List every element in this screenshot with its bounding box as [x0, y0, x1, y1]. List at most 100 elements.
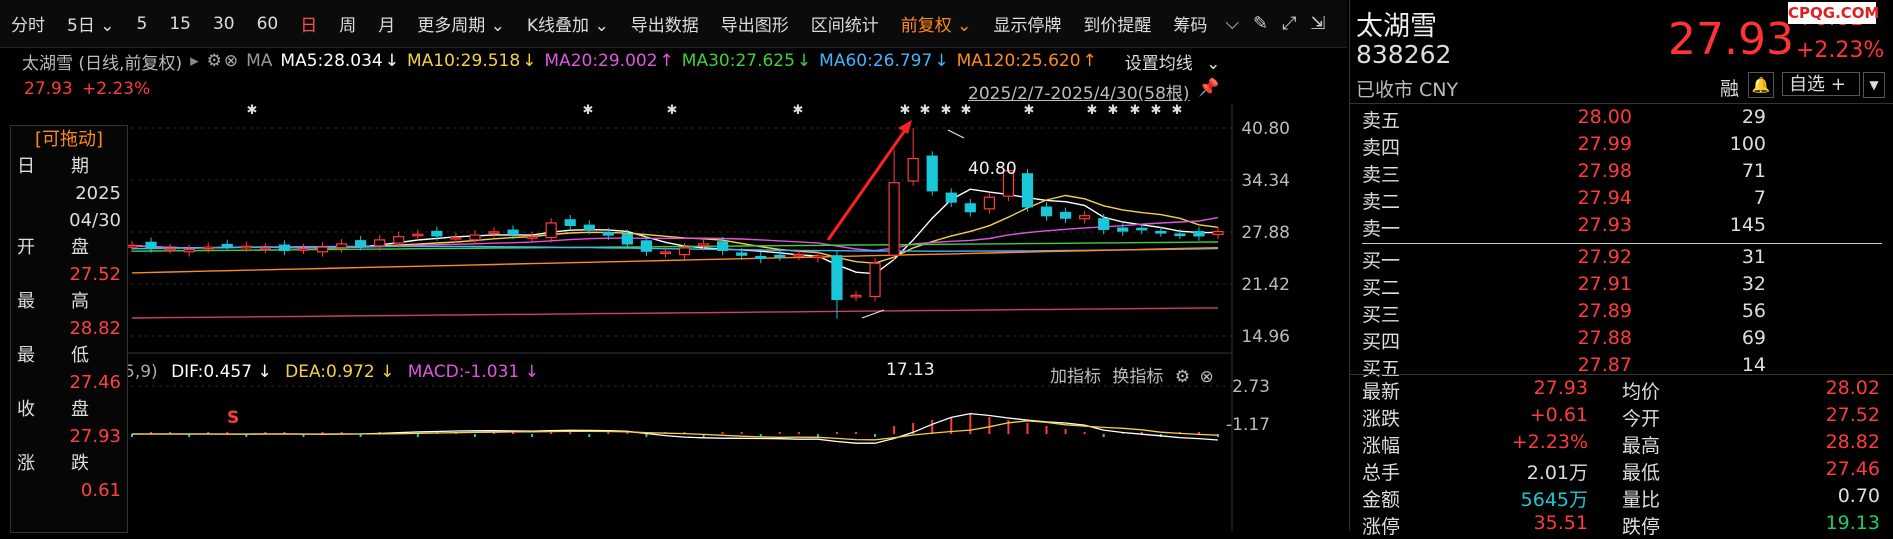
tab-week[interactable]: 周 — [328, 11, 367, 36]
candle-body — [221, 243, 233, 247]
candle-body — [602, 232, 614, 236]
ma-settings-button[interactable]: 设置均线 ⌄ — [1125, 49, 1221, 74]
candle-body — [1212, 230, 1224, 235]
close-icon[interactable]: ⊗ — [224, 51, 238, 71]
tab-60min[interactable]: 60 — [246, 14, 290, 34]
gear-icon[interactable]: ⚙ — [207, 51, 222, 71]
trend-arrow-head — [898, 120, 912, 134]
export-image-button[interactable]: 导出图形 — [710, 11, 800, 36]
adjust-mode-label: 前复权 — [900, 16, 952, 36]
stock-name: 太湖雪 — [1356, 11, 1437, 42]
more-periods-button[interactable]: 更多周期 ⌄ — [406, 11, 516, 36]
switch-indicator-button[interactable]: 换指标 — [1112, 367, 1163, 387]
stock-code: 838262 — [1356, 40, 1452, 69]
price-tick: 34.34 — [1241, 171, 1290, 191]
last-price: 27.93 — [1668, 14, 1794, 65]
ma10-value: MA10:29.518 — [407, 51, 521, 71]
stat-row: 涨幅 +2.23% 最高 28.82 — [1362, 431, 1880, 457]
tab-30min[interactable]: 30 — [202, 14, 246, 34]
collapse-icon[interactable]: ⇲ — [1304, 13, 1333, 34]
ma120-line — [131, 247, 1219, 274]
ma60-value: MA60:26.797 — [819, 51, 933, 71]
high-label-row: 最高 — [17, 291, 89, 312]
candle-body — [812, 255, 824, 259]
kline-chart[interactable]: ✱ ✱ ✱ ✱ ✱ ✱ ✱ ✱ ✱ ✱ ✱ ✱ ✱ ✱ 40.80 34.34 27.88 21.42 14.96… — [0, 103, 1347, 531]
candle-body — [793, 253, 805, 257]
gear-icon[interactable]: ⚙ — [1175, 367, 1190, 387]
tab-5day[interactable]: 5日 ⌄ — [56, 11, 125, 36]
event-marker: ✱ — [793, 104, 804, 118]
chevron-circle-down-icon[interactable]: ⌵ — [1218, 13, 1246, 34]
price-tick: 40.80 — [1241, 119, 1290, 139]
drag-handle[interactable]: [可拖动] — [11, 126, 127, 153]
range-stats-button[interactable]: 区间统计 — [800, 11, 890, 36]
pin-icon[interactable]: 📌 — [1198, 78, 1219, 98]
price-alert-button[interactable]: 到价提醒 — [1072, 11, 1162, 36]
bell-icon[interactable]: 🔔 — [1748, 72, 1774, 98]
candle-body — [202, 246, 214, 250]
event-marker: ✱ — [247, 104, 258, 118]
expand-icon[interactable]: ▸ — [190, 51, 199, 71]
date-label-row: 日期 — [17, 156, 89, 177]
candle-body — [983, 196, 995, 210]
candle-body — [1193, 231, 1205, 237]
show-suspension-button[interactable]: 显示停牌 — [982, 11, 1072, 36]
ask-row[interactable]: 卖四 27.99 100 — [1350, 133, 1893, 160]
bid-row[interactable]: 买一 27.92 31 — [1350, 246, 1893, 273]
macd-params: 5,9) — [124, 362, 158, 382]
candle-body — [774, 254, 786, 258]
candle-body — [1079, 215, 1091, 220]
add-watchlist-button[interactable]: 自选 + — [1782, 72, 1860, 96]
ask-row[interactable]: 卖五 28.00 29 — [1350, 106, 1893, 133]
chevron-down-icon: ⌄ — [589, 16, 609, 36]
tab-day[interactable]: 日 — [289, 11, 328, 36]
ask-row[interactable]: 卖一 27.93 145 — [1350, 214, 1893, 241]
low-value: 27.46 — [69, 372, 121, 393]
ma-long-line — [131, 307, 1219, 319]
tab-15min[interactable]: 15 — [158, 14, 202, 34]
ask-row[interactable]: 卖三 27.98 71 — [1350, 160, 1893, 187]
stat-row: 金额 5645万 量比 0.70 — [1362, 485, 1880, 511]
open-label-row: 开盘 — [17, 237, 89, 258]
ask-row[interactable]: 卖二 27.94 7 — [1350, 187, 1893, 214]
ma5-value: MA5:28.034 — [280, 51, 383, 71]
info-panel[interactable]: [可拖动] 日期 2025 04/30 开盘 27.52 最高 28.82 最低… — [10, 125, 128, 533]
candle-body — [717, 241, 729, 251]
tab-5day-label: 5日 — [67, 16, 95, 36]
bid-row[interactable]: 买三 27.89 56 — [1350, 300, 1893, 327]
candle-body — [1174, 233, 1186, 237]
candle-body — [621, 233, 633, 245]
kline-overlay-button[interactable]: K线叠加 ⌄ — [516, 11, 620, 36]
fullscreen-icon[interactable]: ⤢ — [1275, 13, 1303, 34]
price-tick: 14.96 — [1241, 327, 1290, 347]
candle-body — [736, 252, 748, 256]
tab-5min[interactable]: 5 — [125, 14, 158, 34]
candle-body — [945, 192, 957, 203]
date-range[interactable]: 2025/2/7-2025/4/30(58根) — [968, 79, 1190, 104]
event-marker: ✱ — [583, 104, 594, 118]
chart-canvas[interactable]: ✱ ✱ ✱ ✱ ✱ ✱ ✱ ✱ ✱ ✱ ✱ ✱ ✱ ✱ 40.80 34.34 27.88 21.42 14.96… — [0, 103, 1347, 531]
event-marker: ✱ — [1024, 104, 1035, 118]
chevron-down-icon[interactable]: ▼ — [1863, 72, 1885, 98]
chip-button[interactable]: 筹码 — [1162, 11, 1218, 36]
add-indicator-button[interactable]: 加指标 — [1050, 367, 1101, 387]
price-tick: 21.42 — [1241, 275, 1290, 295]
toolbar: 分时 5日 ⌄ 5 15 30 60 日 周 月 更多周期 ⌄ K线叠加 ⌄ 导… — [0, 0, 1347, 48]
ma5-line — [131, 188, 1219, 275]
low-label-row: 最低 — [17, 345, 89, 366]
event-marker: ✱ — [920, 104, 931, 118]
stat-row: 涨停 35.51 跌停 19.13 — [1362, 512, 1880, 538]
adjust-mode-button[interactable]: 前复权 ⌄ — [890, 11, 983, 36]
event-marker: ✱ — [1172, 104, 1183, 118]
brush-icon[interactable]: ✎ — [1246, 13, 1275, 34]
bid-row[interactable]: 买四 27.88 69 — [1350, 327, 1893, 354]
tab-month[interactable]: 月 — [367, 11, 406, 36]
high-annotation: 40.80 — [968, 159, 1017, 179]
arrow-down-icon: ↓ — [522, 51, 537, 71]
export-data-button[interactable]: 导出数据 — [620, 11, 710, 36]
bid-row[interactable]: 买二 27.91 32 — [1350, 273, 1893, 300]
tab-fenshi[interactable]: 分时 — [0, 11, 56, 36]
quote-stats: 最新 27.93 均价 28.02 涨跌 +0.61 今开 27.52 涨幅 +2.23% 最高… — [1350, 374, 1893, 539]
close-icon[interactable]: ⊗ — [1199, 367, 1213, 387]
candle-body — [183, 248, 195, 253]
